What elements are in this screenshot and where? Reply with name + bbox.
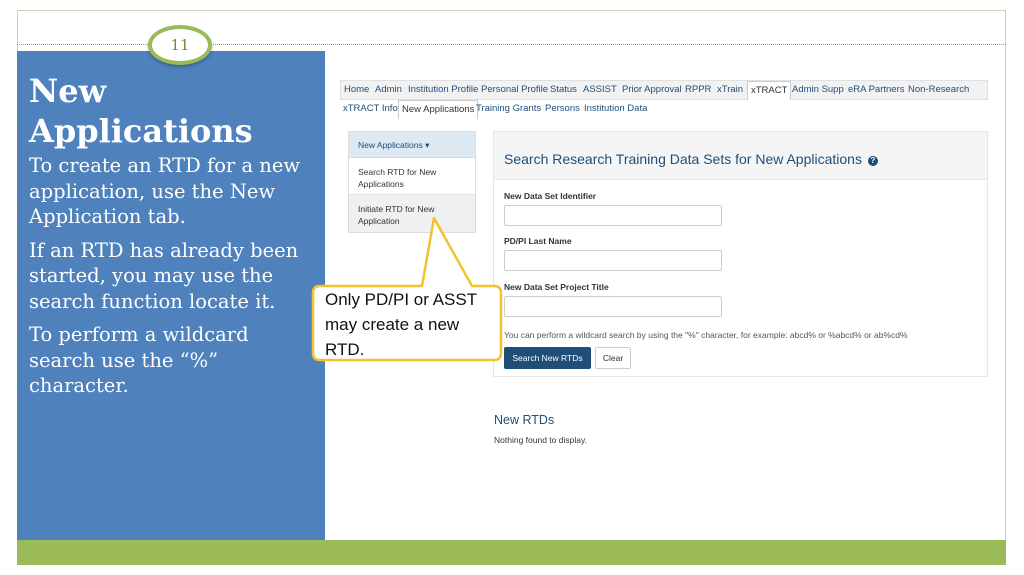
last-name-input[interactable] [504,250,722,271]
nav-tab-non-research[interactable]: Non-Research [908,81,969,100]
menu-item-search-rtd[interactable]: Search RTD for New Applications [349,158,475,195]
nav-tab-rppr[interactable]: RPPR [685,81,711,100]
secondary-nav: xTRACT Info New Applications Training Gr… [340,100,990,120]
nav-tab-xtract[interactable]: xTRACT [747,81,792,100]
clear-button[interactable]: Clear [595,347,631,369]
callout-text: Only PD/PI or ASST may create a new RTD. [325,290,477,359]
results-empty-message: Nothing found to display. [494,435,587,445]
nav-tab-home[interactable]: Home [344,81,369,100]
search-new-rtds-button[interactable]: Search New RTDs [504,347,591,369]
search-panel: Search Research Training Data Sets for N… [493,131,988,377]
subnav-tab-training-grants[interactable]: Training Grants [476,100,541,119]
menu-header-label: New Applications [358,140,423,150]
field-label-project-title: New Data Set Project Title [504,282,609,292]
field-label-identifier: New Data Set Identifier [504,191,597,201]
footer-bar [17,540,1006,565]
subnav-tab-xtract-info[interactable]: xTRACT Info [343,100,398,119]
instruction-text-1: To create an RTD for a new application, … [29,154,301,228]
question-circle-icon[interactable]: ? [867,156,878,166]
subnav-tab-institution-data[interactable]: Institution Data [584,100,647,119]
nav-tab-admin[interactable]: Admin [375,81,402,100]
caret-down-icon: ▾ [422,140,430,150]
sidebar-panel: New Applications To create an RTD for a … [17,51,325,540]
slide-title: New Applications [29,72,253,150]
primary-nav: Home Admin Institution Profile Personal … [340,80,988,100]
search-panel-title: Search Research Training Data Sets for N… [504,151,862,167]
instruction-text-3: To perform a wildcard search use the “%”… [29,323,249,397]
results-title: New RTDs [494,413,555,427]
menu-dropdown-toggle[interactable]: New Applications ▾ [349,132,475,158]
nav-tab-era-partners[interactable]: eRA Partners [848,81,905,100]
wildcard-hint: You can perform a wildcard search by usi… [504,330,908,340]
nav-tab-institution-profile[interactable]: Institution Profile [408,81,478,100]
subnav-tab-persons[interactable]: Persons [545,100,580,119]
project-title-input[interactable] [504,296,722,317]
nav-tab-status[interactable]: Status [550,81,577,100]
nav-tab-xtrain[interactable]: xTrain [717,81,743,100]
nav-tab-admin-supp[interactable]: Admin Supp [792,81,844,100]
slide-number-badge: 11 [148,25,212,65]
identifier-input[interactable] [504,205,722,226]
instruction-text-2: If an RTD has already been started, you … [29,238,299,313]
nav-tab-prior-approval[interactable]: Prior Approval [622,81,682,100]
field-label-last-name: PD/PI Last Name [504,236,572,246]
search-panel-header: Search Research Training Data Sets for N… [494,132,987,180]
subnav-tab-new-applications[interactable]: New Applications [398,100,479,119]
nav-tab-personal-profile[interactable]: Personal Profile [481,81,548,100]
nav-tab-assist[interactable]: ASSIST [583,81,617,100]
